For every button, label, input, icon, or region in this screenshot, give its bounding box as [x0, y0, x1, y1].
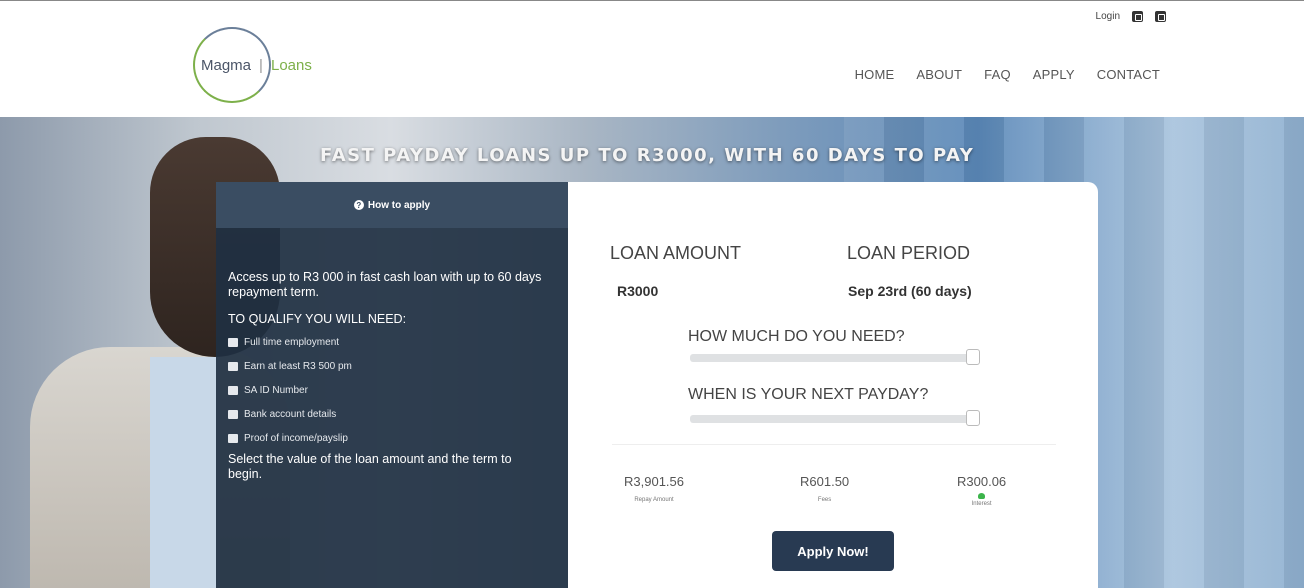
instagram-icon[interactable] — [1155, 11, 1166, 22]
hero-person-shirt — [150, 357, 220, 588]
hero-title: FAST PAYDAY LOANS UP TO R3000, WITH 60 D… — [320, 145, 975, 166]
magma-loans-logo[interactable]: Magma | Loans — [193, 27, 353, 103]
login-link[interactable]: Login — [1096, 11, 1120, 22]
requirement-item: SA ID Number — [228, 384, 556, 396]
loan-amount-label: LOAN AMOUNT — [610, 243, 742, 263]
repay-amount-value: R3,901.56 — [624, 474, 684, 489]
amount-slider-handle[interactable] — [966, 349, 980, 365]
logo-word-magma: Magma — [201, 57, 252, 74]
requirement-item: Full time employment — [228, 336, 556, 348]
interest-stat: R300.06 Interest — [957, 474, 1006, 507]
requirement-label: SA ID Number — [244, 384, 308, 396]
apply-now-button[interactable]: Apply Now! — [772, 531, 894, 571]
credit-card-icon — [228, 433, 238, 443]
loan-period-value: Sep 23rd (60 days) — [848, 283, 972, 299]
divider — [612, 444, 1056, 445]
logo-word-loans: Loans — [271, 57, 312, 74]
interest-info-icon[interactable] — [978, 493, 986, 499]
requirement-label: Full time employment — [244, 336, 340, 348]
payday-slider-handle[interactable] — [966, 410, 980, 426]
requirement-item: Proof of income/payslip — [228, 432, 556, 444]
main-nav: HOME ABOUT FAQ APPLY CONTACT — [855, 67, 1160, 82]
loan-period-label: LOAN PERIOD — [847, 243, 971, 263]
bank-icon — [228, 409, 238, 419]
interest-value: R300.06 — [957, 474, 1007, 489]
logo-separator: | — [259, 57, 263, 74]
money-icon — [228, 361, 238, 371]
qualify-heading: TO QUALIFY YOU WILL NEED: — [228, 312, 407, 326]
requirement-label: Earn at least R3 500 pm — [244, 360, 352, 372]
how-to-apply-heading: How to apply — [367, 199, 431, 211]
site-header: Magma | Loans Login HOME ABOUT FAQ APPLY… — [0, 0, 1304, 117]
loan-amount-value: R3000 — [617, 283, 659, 299]
fees-stat: R601.50 Fees — [800, 474, 849, 503]
id-card-icon — [228, 385, 238, 395]
amount-slider[interactable] — [690, 349, 980, 365]
loan-calculator-panel: LOAN AMOUNT LOAN PERIOD R3000 Sep 23rd (… — [568, 182, 1098, 588]
how-to-apply-panel: ? How to apply Access up to R3 000 in fa… — [216, 182, 568, 588]
facebook-icon[interactable] — [1132, 11, 1143, 22]
how-to-apply-header: ? How to apply — [216, 182, 568, 228]
nav-about[interactable]: ABOUT — [916, 67, 962, 82]
question-circle-icon: ? — [353, 200, 364, 210]
fees-caption: Fees — [817, 497, 832, 503]
requirement-item: Earn at least R3 500 pm — [228, 360, 556, 372]
nav-home[interactable]: HOME — [855, 67, 895, 82]
fees-value: R601.50 — [800, 474, 850, 489]
requirement-label: Bank account details — [244, 408, 337, 420]
user-icon — [228, 337, 238, 347]
amount-question: HOW MUCH DO YOU NEED? — [688, 328, 905, 345]
interest-caption: Interest — [971, 501, 992, 507]
payday-question: WHEN IS YOUR NEXT PAYDAY? — [688, 386, 929, 403]
top-links: Login — [1096, 11, 1166, 22]
nav-faq[interactable]: FAQ — [984, 67, 1011, 82]
intro-text: Access up to R3 000 in fast cash loan wi… — [228, 270, 542, 299]
outro-text: Select the value of the loan amount and … — [228, 452, 512, 481]
nav-contact[interactable]: CONTACT — [1097, 67, 1160, 82]
hero-banner: FAST PAYDAY LOANS UP TO R3000, WITH 60 D… — [0, 117, 1304, 588]
repay-amount-caption: Repay Amount — [634, 497, 674, 503]
payday-slider[interactable] — [690, 410, 980, 426]
repay-amount-stat: R3,901.56 Repay Amount — [624, 474, 684, 503]
requirement-label: Proof of income/payslip — [244, 432, 348, 444]
nav-apply[interactable]: APPLY — [1033, 67, 1075, 82]
requirement-item: Bank account details — [228, 408, 556, 420]
